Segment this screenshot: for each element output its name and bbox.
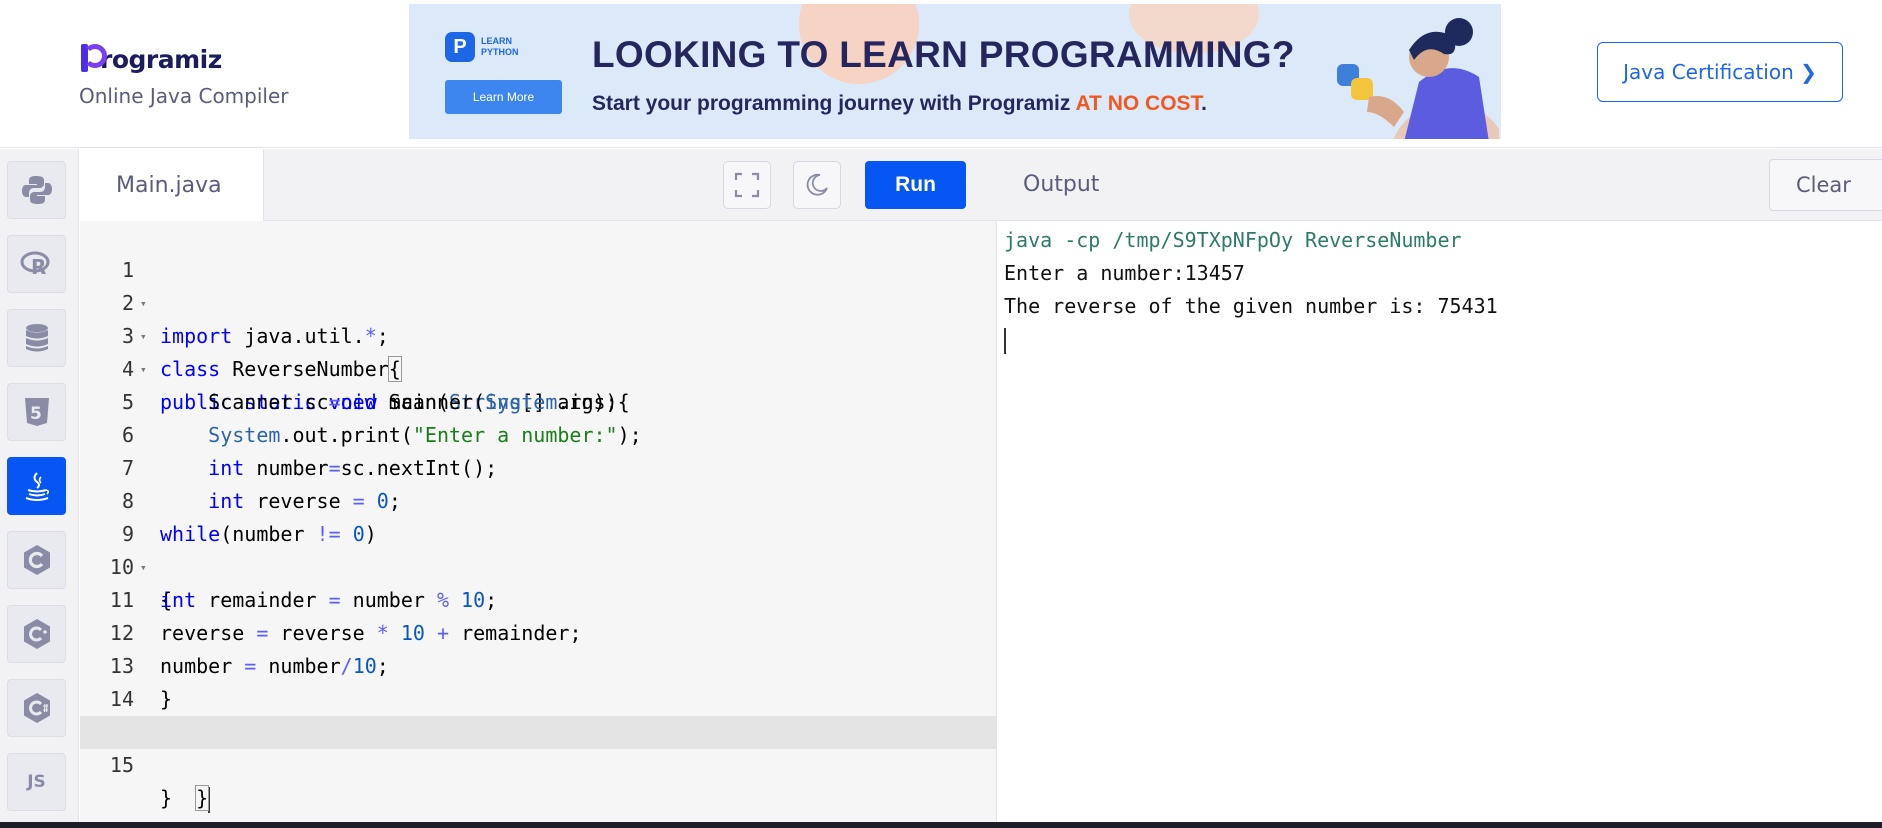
code-editor[interactable]: 1 ▾ import java.util.*; 2 ▾ class Revers… (80, 221, 997, 822)
java-certification-button[interactable]: Java Certification ❯ (1597, 42, 1843, 102)
console-output-line: Enter a number:13457 (1004, 261, 1245, 285)
sidebar-item-r[interactable]: R (7, 235, 66, 293)
banner-subline-end: . (1201, 92, 1207, 115)
programiz-badge-icon: P (445, 32, 475, 62)
logo-text: rogramiz (100, 45, 222, 74)
java-icon (25, 472, 49, 501)
sidebar-item-sql[interactable] (7, 309, 66, 367)
language-sidebar: R 5 JS (0, 149, 79, 822)
js-icon: JS (27, 772, 46, 792)
console-input-line[interactable] (1004, 323, 1875, 356)
clear-button[interactable]: Clear (1769, 159, 1882, 211)
code-line: 2 ▾ class ReverseNumber{ (80, 254, 997, 382)
sidebar-item-java[interactable] (7, 457, 66, 515)
code-line: 6 int number=sc.nextInt(); (80, 386, 997, 480)
code-line: 14 System.out.println("The reverse of th… (80, 650, 997, 744)
fullscreen-button[interactable] (723, 161, 771, 209)
fullscreen-icon (734, 172, 760, 198)
text-cursor (208, 786, 211, 813)
database-icon (25, 324, 48, 352)
banner-headline: LOOKING TO LEARN PROGRAMMING? (592, 34, 1295, 75)
badge-text: LEARN PYTHON (481, 36, 519, 57)
sidebar-item-csharp[interactable] (7, 679, 66, 737)
output-toolbar: Output Clear (997, 149, 1882, 221)
code-line-active: 15 } } (80, 716, 997, 813)
run-button[interactable]: Run (865, 161, 966, 209)
learn-more-button[interactable]: Learn More (445, 80, 562, 114)
code-line: 1 ▾ import java.util.*; (80, 221, 997, 348)
logo-p-icon (79, 42, 107, 74)
sidebar-item-js[interactable]: JS (7, 753, 66, 811)
person-with-python-illustration (1337, 18, 1499, 139)
top-header: rogramiz Online Java Compiler P LEARN PY… (0, 0, 1882, 148)
code-line: 7 int reverse = 0; (80, 419, 997, 513)
console-output-line: The reverse of the given number is: 7543… (1004, 294, 1498, 318)
ad-banner[interactable]: P LEARN PYTHON Learn More LOOKING TO LEA… (409, 4, 1501, 139)
html5-icon: 5 (24, 398, 49, 426)
tab-main-java[interactable]: Main.java (80, 149, 264, 221)
code-text: } } (160, 782, 211, 815)
code-line: 9 ▾ { (80, 485, 997, 612)
page-subtitle: Online Java Compiler (79, 84, 289, 108)
sidebar-item-c[interactable] (7, 531, 66, 589)
brand[interactable]: rogramiz Online Java Compiler (79, 34, 289, 108)
svg-text:R: R (31, 255, 46, 279)
python-icon (21, 176, 52, 204)
r-icon: R (20, 251, 49, 279)
dark-mode-button[interactable] (793, 161, 841, 209)
code-line: 12 number = number/10; (80, 584, 997, 678)
editor-toolbar: Main.java Run (80, 149, 997, 221)
text-cursor (1004, 327, 1006, 354)
os-taskbar-edge (0, 822, 1882, 828)
banner-highlight: AT NO COST (1075, 92, 1202, 115)
code-line: 5 System.out.print("Enter a number:"); (80, 353, 997, 447)
csharp-icon (23, 693, 50, 723)
sidebar-item-html[interactable]: 5 (7, 383, 66, 441)
moon-icon (806, 173, 828, 196)
output-console[interactable]: java -cp /tmp/S9TXpNFpOy ReverseNumber E… (997, 221, 1882, 822)
cpp-icon (23, 619, 50, 649)
code-line: 8 while(number != 0) (80, 452, 997, 546)
code-line-wrapped: reverse); (80, 683, 997, 744)
code-line: 10 int remainder = number % 10; (80, 518, 997, 612)
learn-python-badge: P LEARN PYTHON (445, 32, 531, 62)
c-icon (23, 545, 50, 575)
sidebar-item-cpp[interactable] (7, 605, 66, 663)
banner-subline-text: Start your programming journey with Prog… (592, 92, 1076, 115)
sidebar-item-python[interactable] (7, 161, 66, 219)
code-line: 11 reverse = reverse * 10 + remainder; (80, 551, 997, 645)
banner-subline: Start your programming journey with Prog… (592, 92, 1207, 116)
svg-text:5: 5 (30, 404, 42, 424)
output-title: Output (1023, 172, 1100, 197)
code-line: 3 ▾ public static void main(String[] arg… (80, 287, 997, 414)
code-line: 13 } (80, 617, 997, 711)
console-command-line: java -cp /tmp/S9TXpNFpOy ReverseNumber (1004, 228, 1462, 252)
line-number: 15 (109, 753, 134, 777)
code-line: 4 Scanner sc=new Scanner(System.in); (80, 320, 997, 414)
programiz-logo[interactable]: rogramiz (79, 34, 289, 74)
